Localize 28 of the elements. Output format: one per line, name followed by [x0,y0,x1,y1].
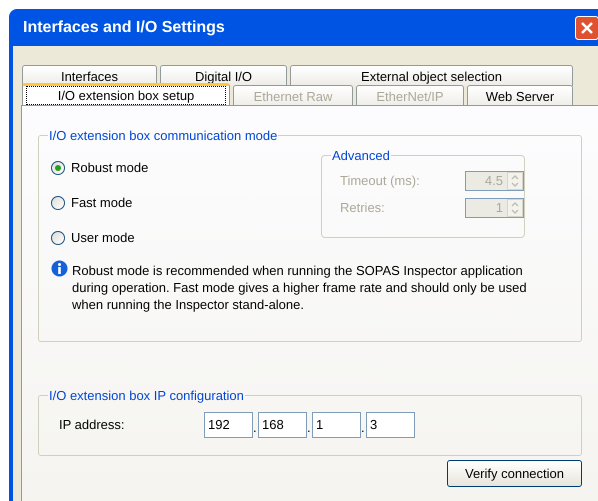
close-icon[interactable] [575,16,598,40]
radio-label: User mode [71,229,135,248]
radio-button[interactable] [51,196,65,210]
field-label: IP address: [59,416,126,434]
field-label: Timeout (ms): [340,172,421,190]
ip-octet-field[interactable]: 3 [366,412,415,438]
ip-separator: . [253,420,258,434]
group-title: I/O extension box communication mode [48,127,278,145]
radio-button[interactable] [51,161,65,175]
verify-connection-button[interactable]: Verify connection [447,460,582,487]
ip-separator: . [361,420,366,434]
radio-label: Robust mode [71,159,148,178]
info-icon [51,260,68,276]
tab[interactable]: I/O extension box setup [22,83,230,105]
group-title: Advanced [331,146,391,164]
field-label: Retries: [340,198,386,217]
info-text: Robust mode is recommended when running the SOPAS Inspector application during operation. Fast mode gives a higher frame rate and should only be used when running the Inspector stand-alone. [72,262,528,312]
tab[interactable]: Digital I/O [160,65,287,86]
group-title: I/O extension box IP configuration [48,387,245,405]
ip-separator: . [307,420,312,434]
ip-octet-field[interactable]: 192 [204,412,253,438]
radio-button[interactable] [51,231,65,245]
window-title: Interfaces and I/O Settings [23,18,225,38]
tab[interactable]: Web Server [467,85,573,107]
radio-label: Fast mode [71,194,132,212]
ip-octet-field[interactable]: 168 [258,412,307,438]
tab[interactable]: External object selection [290,65,573,86]
ip-octet-field[interactable]: 1 [312,412,361,438]
